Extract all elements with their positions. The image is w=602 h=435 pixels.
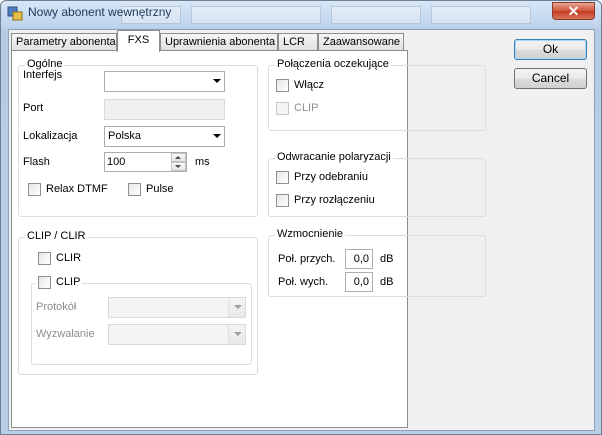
clir-label: CLIR bbox=[56, 252, 82, 264]
waiting-calls-group: Połączenia oczekujące Włącz CLIP bbox=[268, 58, 486, 131]
chevron-down-icon bbox=[234, 332, 242, 336]
dialog-client-area: Parametry abonenta FXS Uprawnienia abone… bbox=[8, 29, 595, 431]
flash-stepper[interactable]: 100 bbox=[104, 152, 187, 172]
chevron-down-icon bbox=[213, 79, 221, 83]
port-field bbox=[104, 99, 225, 120]
clip-clir-legend: CLIP / CLIR bbox=[25, 230, 88, 242]
gain-legend: Wzmocnienie bbox=[275, 228, 346, 240]
gain-group: Wzmocnienie Poł. przych. 0,0 dB Poł. wyc… bbox=[268, 228, 486, 297]
clip-subgroup: CLIP Protokół Wyzwalanie bbox=[31, 276, 252, 365]
tab-label: LCR bbox=[283, 36, 306, 48]
tab-label: Uprawnienia abonenta bbox=[165, 36, 276, 48]
tab-fxs[interactable]: FXS bbox=[117, 30, 160, 52]
tab-zaawansowane[interactable]: Zaawansowane bbox=[318, 33, 404, 51]
gain-outgoing-label: Poł. wych. bbox=[278, 276, 329, 288]
dialog-window: Nowy abonent wewnętrzny ✕ Parametry abon… bbox=[0, 0, 602, 435]
pulse-label: Pulse bbox=[146, 183, 174, 195]
ok-button[interactable]: Ok bbox=[514, 39, 587, 60]
polarity-on-disconnect-checkbox[interactable] bbox=[276, 194, 289, 207]
tab-lcr[interactable]: LCR bbox=[278, 33, 318, 51]
gain-incoming-input[interactable]: 0,0 bbox=[345, 249, 373, 269]
tab-label: Zaawansowane bbox=[323, 36, 401, 48]
waiting-enable-checkbox[interactable] bbox=[276, 79, 289, 92]
tab-uprawnienia-abonenta[interactable]: Uprawnienia abonenta bbox=[160, 33, 278, 51]
protocol-dropdown[interactable] bbox=[108, 297, 246, 318]
location-value: Polska bbox=[108, 130, 142, 142]
tab-label: Parametry abonenta bbox=[16, 36, 116, 48]
clip-label: CLIP bbox=[54, 276, 83, 288]
window-title: Nowy abonent wewnętrzny bbox=[28, 5, 172, 19]
polarity-on-answer-label: Przy odebraniu bbox=[294, 171, 368, 183]
background-window-ghost bbox=[331, 6, 421, 24]
gain-incoming-unit: dB bbox=[380, 253, 394, 265]
clip-clir-group: CLIP / CLIR CLIR CLIP Protokół Wyzwalani… bbox=[18, 230, 258, 375]
port-label: Port bbox=[23, 102, 44, 114]
stepper-up-icon[interactable] bbox=[171, 153, 186, 162]
general-group: Ogólne Interfejs Port Lokalizacja Polska… bbox=[18, 58, 258, 217]
chevron-down-icon bbox=[213, 134, 221, 138]
trigger-dropdown[interactable] bbox=[108, 324, 246, 345]
pulse-checkbox[interactable] bbox=[128, 183, 141, 196]
waiting-clip-label: CLIP bbox=[294, 102, 319, 114]
clir-checkbox[interactable] bbox=[38, 252, 51, 265]
chevron-down-icon bbox=[234, 305, 242, 309]
polarity-on-answer-checkbox[interactable] bbox=[276, 171, 289, 184]
app-icon bbox=[7, 6, 23, 21]
background-window-ghost bbox=[431, 6, 531, 24]
flash-unit: ms bbox=[195, 156, 210, 168]
gain-outgoing-unit: dB bbox=[380, 276, 394, 288]
trigger-label: Wyzwalanie bbox=[36, 328, 95, 340]
tab-label: FXS bbox=[127, 34, 150, 46]
gain-outgoing-input[interactable]: 0,0 bbox=[345, 272, 373, 292]
interface-label: Interfejs bbox=[23, 69, 63, 81]
waiting-calls-legend: Połączenia oczekujące bbox=[275, 58, 391, 70]
location-label: Lokalizacja bbox=[23, 130, 78, 142]
close-icon: ✕ bbox=[567, 3, 580, 19]
polarity-legend: Odwracanie polaryzacji bbox=[275, 151, 393, 163]
flash-value: 100 bbox=[107, 156, 126, 168]
relax-dtmf-checkbox[interactable] bbox=[28, 183, 41, 196]
location-dropdown[interactable]: Polska bbox=[104, 126, 225, 147]
title-bar[interactable]: Nowy abonent wewnętrzny ✕ bbox=[1, 1, 601, 28]
fxs-tab-panel: Ogólne Interfejs Port Lokalizacja Polska… bbox=[11, 50, 486, 428]
polarity-on-disconnect-label: Przy rozłączeniu bbox=[294, 194, 375, 206]
flash-label: Flash bbox=[23, 156, 50, 168]
background-window-ghost bbox=[191, 6, 321, 24]
relax-dtmf-label: Relax DTMF bbox=[46, 183, 108, 195]
protocol-label: Protokół bbox=[36, 301, 77, 313]
polarity-group: Odwracanie polaryzacji Przy odebraniu Pr… bbox=[268, 151, 486, 217]
interface-dropdown[interactable] bbox=[104, 71, 225, 92]
clip-checkbox[interactable] bbox=[38, 276, 51, 289]
stepper-down-icon[interactable] bbox=[171, 162, 186, 171]
close-button[interactable]: ✕ bbox=[552, 2, 595, 20]
waiting-clip-checkbox[interactable] bbox=[276, 102, 289, 115]
waiting-enable-label: Włącz bbox=[294, 79, 324, 91]
cancel-button[interactable]: Cancel bbox=[514, 68, 587, 89]
tab-parametry-abonenta[interactable]: Parametry abonenta bbox=[11, 33, 117, 51]
gain-incoming-label: Poł. przych. bbox=[278, 253, 336, 265]
